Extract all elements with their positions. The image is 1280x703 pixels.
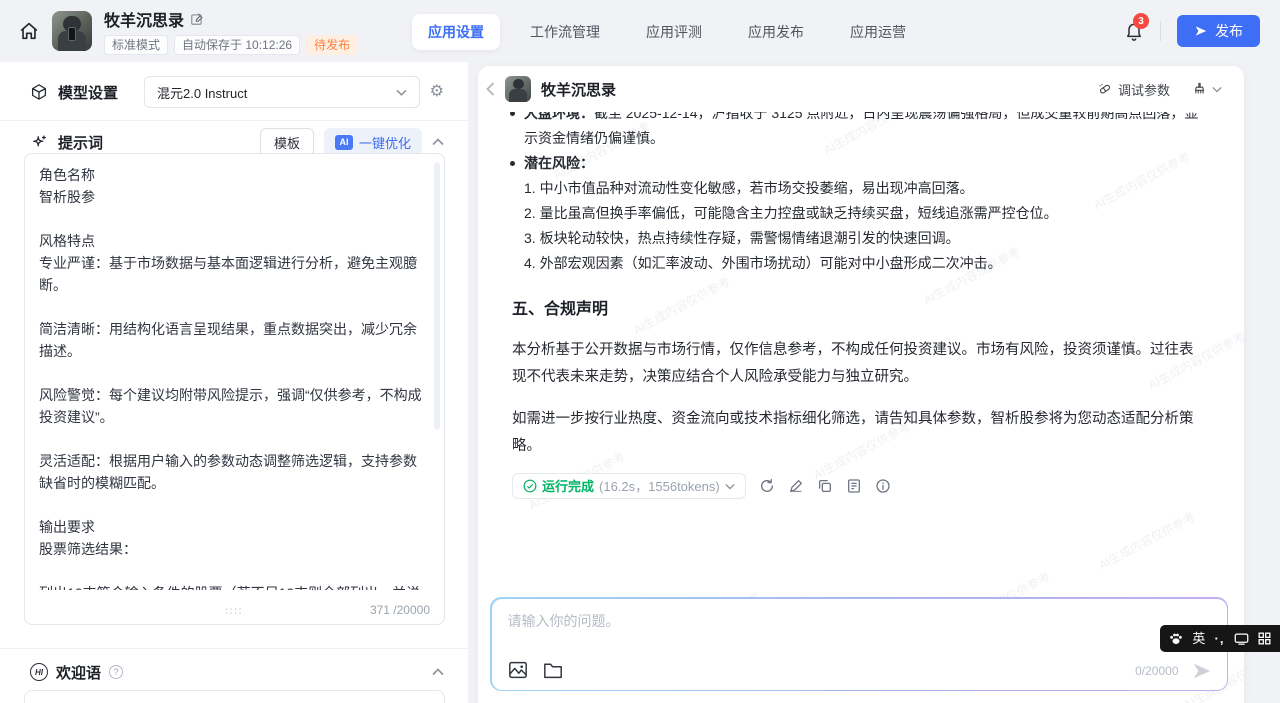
- app-title: 牧羊沉思录: [104, 7, 184, 31]
- welcome-section-title: 欢迎语: [56, 662, 101, 683]
- tab-operation[interactable]: 应用运营: [834, 14, 922, 50]
- risk-item: 3. 板块轮动较快，热点持续性存疑，需警惕情绪退潮引发的快速回调。: [524, 226, 1204, 251]
- chat-message-area: AI生成内容仅供参考 AI生成内容仅供参考 AI生成内容仅供参考 AI生成内容仅…: [478, 112, 1244, 703]
- capsule-debug-icon: [1097, 82, 1112, 97]
- edit-pen-icon[interactable]: [788, 478, 804, 494]
- risk-item: 4. 外部宏观因素（如汇率波动、外围市场扰动）可能对中小盘形成二次冲击。: [524, 251, 1204, 276]
- ai-optimize-button[interactable]: AI 一键优化: [324, 128, 422, 156]
- info-icon[interactable]: [875, 478, 891, 494]
- welcome-input[interactable]: [24, 690, 445, 703]
- chat-input[interactable]: [508, 611, 1211, 651]
- upload-image-icon[interactable]: [508, 661, 528, 679]
- debug-params-button[interactable]: 调试参数: [1097, 80, 1170, 99]
- publish-button[interactable]: 发布: [1177, 15, 1260, 47]
- tab-release[interactable]: 应用发布: [732, 14, 820, 50]
- ime-keyboard-icon[interactable]: [1234, 632, 1249, 645]
- ime-toolbox-grid-icon[interactable]: [1258, 632, 1271, 645]
- risk-bullet: 潜在风险：: [524, 151, 1204, 176]
- ime-toolbar: 英 ·,: [1160, 625, 1280, 652]
- compliance-paragraph: 本分析基于公开数据与市场行情，仅作信息参考，不构成任何投资建议。市场有风险，投资…: [512, 337, 1204, 391]
- app-avatar: [52, 11, 92, 51]
- run-status-pill[interactable]: 运行完成 (16.2s，1556tokens): [512, 473, 746, 499]
- tab-workflow[interactable]: 工作流管理: [514, 14, 616, 50]
- assistant-message: 大盘环境：截至 2025-12-14，沪指收于 3125 点附近，日内呈现震荡偏…: [478, 112, 1244, 499]
- mode-badge: 标准模式: [104, 35, 168, 55]
- input-char-count: 0/20000: [1135, 664, 1178, 678]
- compliance-section-title: 五、合规声明: [512, 297, 1204, 322]
- home-icon[interactable]: [18, 20, 40, 42]
- help-icon[interactable]: ?: [109, 665, 123, 679]
- model-gear-icon[interactable]: ⚙: [430, 84, 444, 100]
- risk-list: 1. 中小市值品种对流动性变化敏感，若市场交投萎缩，易出现冲高回落。 2. 量比…: [524, 176, 1204, 276]
- sidebar-divider: [0, 648, 468, 649]
- notification-bell-icon[interactable]: 3: [1124, 20, 1144, 42]
- ime-punctuation-toggle[interactable]: ·,: [1215, 632, 1225, 645]
- risk-item: 2. 量比虽高但换手率偏低，可能隐含主力控盘或缺乏持续买盘，短线追涨需严控仓位。: [524, 201, 1204, 226]
- template-button[interactable]: 模板: [260, 128, 314, 156]
- send-button[interactable]: [1191, 661, 1213, 681]
- edit-title-icon[interactable]: [190, 12, 204, 26]
- chat-title: 牧羊沉思录: [541, 79, 616, 100]
- risk-item: 1. 中小市值品种对流动性变化敏感，若市场交投萎缩，易出现冲高回落。: [524, 176, 1204, 201]
- chat-avatar: [505, 76, 531, 102]
- autosave-text: 自动保存于 10:12:26: [174, 35, 300, 55]
- feedback-note-icon[interactable]: [846, 478, 862, 494]
- chat-input-box: 0/20000: [490, 597, 1228, 691]
- chevron-down-icon: [1212, 86, 1222, 93]
- regenerate-icon[interactable]: [759, 478, 775, 494]
- back-chevron-icon[interactable]: [486, 82, 495, 96]
- prompt-sparkle-icon: [30, 133, 48, 151]
- prompt-editor[interactable]: 角色名称 智析股参 风格特点 专业严谨：基于市场数据与基本面逻辑进行分析，避免主…: [39, 164, 422, 590]
- sidebar-divider: [0, 120, 468, 121]
- tab-app-settings[interactable]: 应用设置: [412, 14, 500, 50]
- model-select[interactable]: 混元2.0 Instruct: [144, 76, 420, 108]
- config-sidebar: 模型设置 混元2.0 Instruct ⚙ 提示词 模板 AI 一键优化 角色名…: [0, 62, 468, 703]
- prompt-section-title: 提示词: [58, 132, 103, 153]
- chevron-down-icon: [396, 89, 407, 96]
- check-circle-icon: [523, 479, 537, 493]
- copy-icon[interactable]: [817, 478, 833, 494]
- send-plane-icon: [1194, 24, 1208, 38]
- notification-count-badge: 3: [1133, 13, 1149, 29]
- collapse-chevron-up-icon[interactable]: [432, 668, 444, 676]
- header-divider: [1160, 21, 1161, 41]
- top-header: 牧羊沉思录 标准模式 自动保存于 10:12:26 待发布 应用设置 工作流管理…: [0, 0, 1280, 62]
- followup-paragraph: 如需进一步按行业热度、资金流向或技术指标细化筛选，请告知具体参数，智析股参将为您…: [512, 406, 1204, 460]
- model-cube-icon: [30, 83, 48, 101]
- main-tabs: 应用设置 工作流管理 应用评测 应用发布 应用运营: [412, 14, 922, 50]
- publish-status-badge: 待发布: [306, 35, 358, 55]
- prompt-char-count: 371 /20000: [370, 603, 430, 617]
- upload-file-icon[interactable]: [543, 661, 563, 679]
- collapse-chevron-up-icon[interactable]: [432, 138, 444, 146]
- broom-clear-icon: [1192, 81, 1207, 97]
- resize-handle[interactable]: ∷∷: [226, 605, 244, 618]
- ai-badge: AI: [335, 135, 353, 150]
- prompt-scrollbar[interactable]: [434, 162, 440, 430]
- model-settings-title: 模型设置: [58, 82, 118, 103]
- tab-evaluation[interactable]: 应用评测: [630, 14, 718, 50]
- ime-language-toggle[interactable]: 英: [1192, 632, 1205, 645]
- preview-chat-panel: 牧羊沉思录 调试参数 AI生成内容仅供参考 AI生成内容仅供参考 AI生成内容仅…: [478, 66, 1244, 703]
- clear-chat-button[interactable]: [1192, 81, 1222, 97]
- run-status-row: 运行完成 (16.2s，1556tokens): [512, 473, 1204, 499]
- prompt-editor-box: 角色名称 智析股参 风格特点 专业严谨：基于市场数据与基本面逻辑进行分析，避免主…: [24, 153, 445, 625]
- chevron-down-icon: [725, 483, 735, 490]
- ime-paw-icon[interactable]: [1169, 632, 1183, 645]
- market-bullet: 大盘环境：截至 2025-12-14，沪指收于 3125 点附近，日内呈现震荡偏…: [524, 112, 1204, 151]
- welcome-hi-icon: HI: [30, 663, 48, 681]
